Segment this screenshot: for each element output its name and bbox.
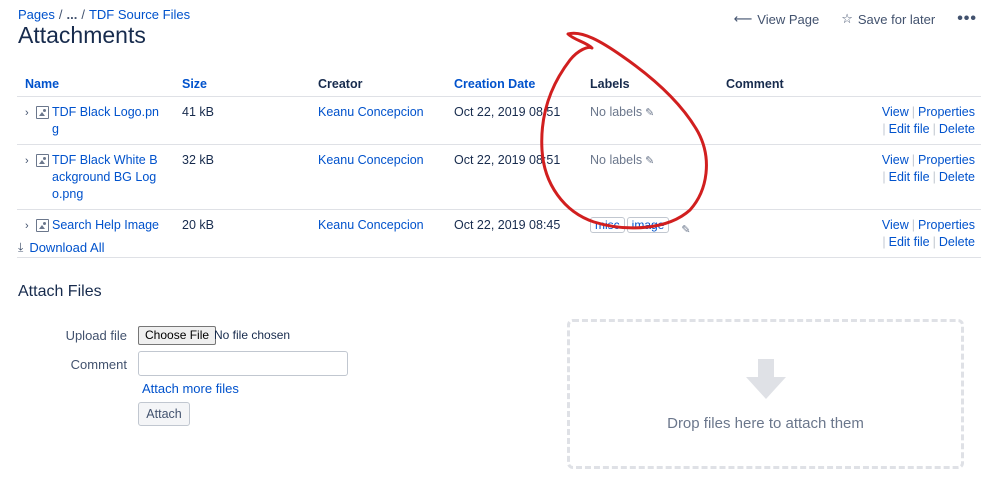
labels-cell: No labels ✎ — [582, 144, 718, 210]
date-cell: Oct 22, 2019 08:45 — [446, 209, 582, 258]
no-file-chosen-text: No file chosen — [214, 328, 291, 342]
comment-cell — [718, 209, 818, 258]
column-header-actions — [818, 72, 981, 97]
chevron-right-icon[interactable]: › — [25, 153, 33, 170]
more-actions-button[interactable]: ••• — [957, 10, 977, 28]
breadcrumb-separator: / — [81, 7, 85, 22]
attachments-table: Name Size Creator Creation Date Labels C… — [17, 72, 981, 258]
row-actions: View | Properties | Edit file | Delete — [818, 209, 981, 258]
drop-zone-text: Drop files here to attach them — [667, 414, 864, 432]
comment-input[interactable] — [138, 351, 348, 376]
column-header-size[interactable]: Size — [174, 72, 310, 97]
page-title: Attachments — [18, 22, 146, 48]
size-cell: 41 kB — [174, 96, 310, 145]
delete-link[interactable]: Delete — [939, 122, 975, 136]
image-file-icon — [36, 105, 49, 119]
edit-file-link[interactable]: Edit file — [889, 122, 930, 136]
upload-file-label: Upload file — [65, 328, 127, 343]
attach-files-heading: Attach Files — [18, 283, 102, 300]
download-all-link[interactable]: ⤓ Download All — [18, 240, 104, 255]
labels-cell: misc image ✎ — [582, 209, 718, 258]
row-actions: View | Properties | Edit file | Delete — [818, 144, 981, 210]
page-actions: ⟵ View Page ☆ Save for later ••• — [734, 10, 977, 28]
column-header-labels: Labels — [582, 72, 718, 97]
view-link[interactable]: View — [882, 218, 909, 232]
save-for-later-label: Save for later — [857, 11, 936, 27]
edit-labels-pencil-icon[interactable]: ✎ — [645, 155, 654, 167]
view-link[interactable]: View — [882, 153, 909, 167]
creator-cell: Keanu Concepcion — [310, 144, 446, 210]
creator-cell: Keanu Concepcion — [310, 96, 446, 145]
no-labels-text: No labels — [590, 104, 643, 119]
properties-link[interactable]: Properties — [918, 105, 975, 119]
edit-labels-pencil-icon[interactable]: ✎ — [681, 224, 690, 236]
labels-cell: No labels ✎ — [582, 96, 718, 145]
image-file-icon — [36, 153, 49, 167]
download-all-label: Download All — [29, 240, 105, 255]
save-for-later-button[interactable]: ☆ Save for later — [841, 11, 935, 27]
comment-cell — [718, 96, 818, 145]
column-header-comment: Comment — [718, 72, 818, 97]
creator-link[interactable]: Keanu Concepcion — [318, 105, 424, 119]
star-icon: ☆ — [841, 11, 853, 26]
column-header-name[interactable]: Name — [17, 72, 174, 97]
column-header-creation-date[interactable]: Creation Date — [446, 72, 582, 97]
arrow-left-icon: ⟵ — [733, 11, 753, 26]
date-cell: Oct 22, 2019 08:51 — [446, 144, 582, 210]
label-tag[interactable]: misc — [590, 216, 625, 233]
file-name-link[interactable]: TDF Black Logo.png — [52, 104, 164, 138]
edit-labels-pencil-icon[interactable]: ✎ — [645, 107, 654, 119]
edit-file-link[interactable]: Edit file — [889, 170, 930, 184]
breadcrumb-separator: / — [58, 7, 63, 22]
creator-cell: Keanu Concepcion — [310, 209, 446, 258]
table-row: › TDF Black Logo.png 41 kB Keanu Concepc… — [17, 96, 981, 145]
name-cell: › TDF Black Logo.png — [17, 96, 174, 145]
row-actions: View | Properties | Edit file | Delete — [818, 96, 981, 145]
label-tag[interactable]: image — [626, 216, 670, 233]
arrow-down-icon — [745, 358, 786, 399]
chevron-right-icon[interactable]: › — [25, 105, 33, 122]
breadcrumb-pages[interactable]: Pages — [18, 7, 55, 22]
chevron-right-icon[interactable]: › — [25, 218, 33, 235]
choose-file-button[interactable]: Choose File — [138, 326, 217, 345]
size-cell: 32 kB — [174, 144, 310, 210]
more-icon: ••• — [957, 10, 977, 27]
creator-link[interactable]: Keanu Concepcion — [318, 153, 424, 167]
comment-label: Comment — [70, 357, 127, 372]
file-name-link[interactable]: Search Help Image — [52, 217, 164, 234]
file-drop-zone[interactable]: Drop files here to attach them — [567, 319, 964, 469]
view-page-label: View Page — [757, 11, 820, 27]
column-header-creator: Creator — [310, 72, 446, 97]
properties-link[interactable]: Properties — [918, 218, 975, 232]
download-icon: ⤓ — [18, 240, 24, 254]
edit-file-link[interactable]: Edit file — [889, 235, 930, 249]
attach-more-files-link[interactable]: Attach more files — [142, 381, 239, 396]
image-file-icon — [36, 218, 49, 232]
table-row: › TDF Black White Background BG Logo.png… — [17, 144, 981, 210]
breadcrumb: Pages / ... / TDF Source Files — [18, 7, 190, 22]
comment-cell — [718, 144, 818, 210]
file-name-link[interactable]: TDF Black White Background BG Logo.png — [52, 152, 164, 203]
creator-link[interactable]: Keanu Concepcion — [318, 218, 424, 232]
view-page-button[interactable]: ⟵ View Page — [734, 11, 820, 27]
size-cell: 20 kB — [174, 209, 310, 258]
table-row: › Search Help Image 20 kB Keanu Concepci… — [17, 209, 981, 258]
table-header-row: Name Size Creator Creation Date Labels C… — [17, 72, 981, 97]
properties-link[interactable]: Properties — [918, 153, 975, 167]
name-cell: › TDF Black White Background BG Logo.png — [17, 144, 174, 210]
attach-button[interactable]: Attach — [138, 402, 190, 426]
date-cell: Oct 22, 2019 08:51 — [446, 96, 582, 145]
delete-link[interactable]: Delete — [939, 235, 975, 249]
view-link[interactable]: View — [882, 105, 909, 119]
delete-link[interactable]: Delete — [939, 170, 975, 184]
breadcrumb-ellipsis[interactable]: ... — [67, 7, 78, 22]
breadcrumb-current[interactable]: TDF Source Files — [89, 7, 190, 22]
no-labels-text: No labels — [590, 152, 643, 167]
